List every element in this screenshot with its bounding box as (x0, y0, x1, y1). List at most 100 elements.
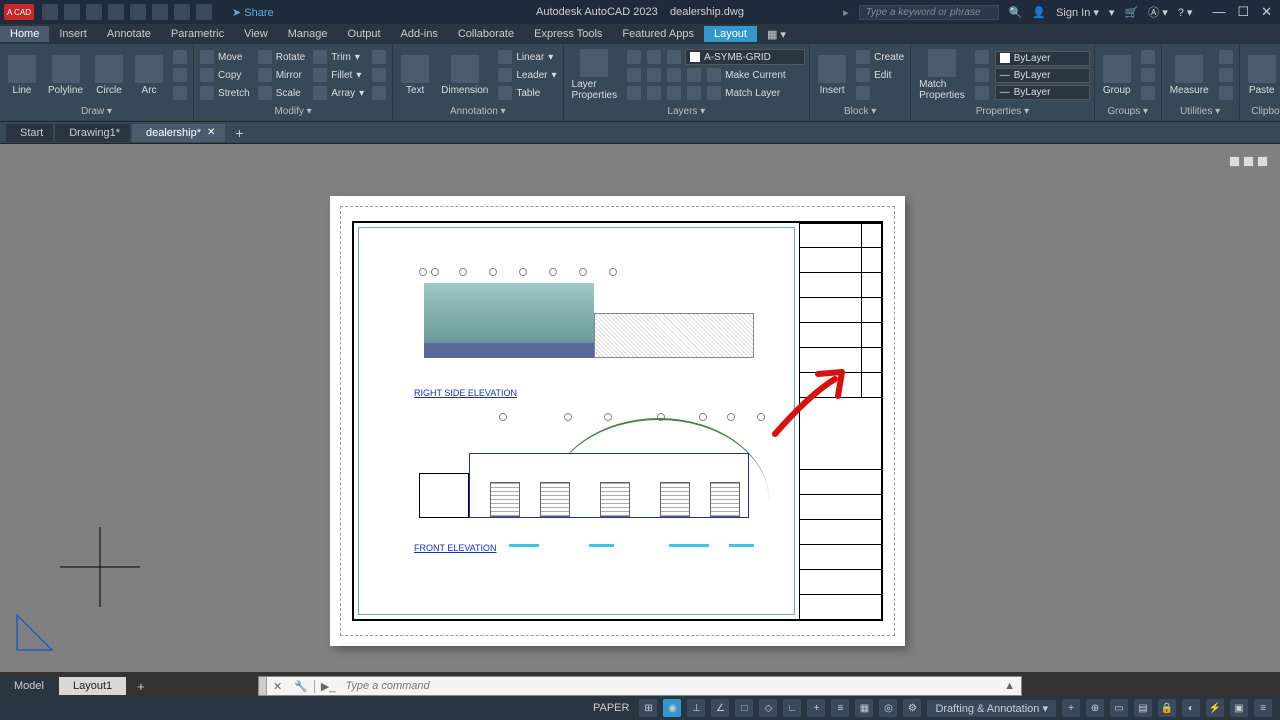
panel-title-layers[interactable]: Layers ▾ (568, 104, 806, 119)
qat-save-icon[interactable] (86, 4, 102, 20)
layer-state2-button[interactable] (645, 49, 663, 65)
panel-title-utilities[interactable]: Utilities ▾ (1166, 104, 1235, 119)
block-attr-button[interactable] (854, 85, 906, 101)
snap-toggle[interactable]: ◉ (663, 699, 681, 717)
group-m1-button[interactable] (1139, 49, 1157, 65)
annomonitor-toggle[interactable]: ⊕ (1086, 699, 1104, 717)
3dosnap-toggle[interactable]: ◇ (759, 699, 777, 717)
panel-title-groups[interactable]: Groups ▾ (1099, 104, 1157, 119)
lwt-toggle[interactable]: ≡ (831, 699, 849, 717)
cleanscreen-toggle[interactable]: ▣ (1230, 699, 1248, 717)
modify-m2-button[interactable] (370, 67, 388, 83)
hwaccel-toggle[interactable]: ⚡ (1206, 699, 1224, 717)
viewport-min-button[interactable] (1229, 156, 1240, 167)
match-properties-button[interactable]: Match Properties (915, 47, 969, 103)
cmdline-grip[interactable] (259, 677, 267, 695)
tab-annotate[interactable]: Annotate (97, 26, 161, 42)
draw-misc2-button[interactable] (171, 67, 189, 83)
search-arrow-icon[interactable]: ▸ (843, 6, 849, 19)
polyline-button[interactable]: Polyline (44, 53, 87, 98)
file-tab-drawing1[interactable]: Drawing1* (55, 124, 130, 142)
tab-featuredapps[interactable]: Featured Apps (612, 26, 704, 42)
arc-button[interactable]: Arc (131, 53, 167, 98)
layer-b2-button[interactable] (645, 85, 663, 101)
text-button[interactable]: Text (397, 53, 433, 98)
util-m3-button[interactable] (1217, 85, 1235, 101)
add-layout-button[interactable]: + (127, 679, 155, 694)
qat-plot-icon[interactable] (152, 4, 168, 20)
layer-t4-button[interactable] (685, 67, 703, 83)
drawing-canvas[interactable]: RIGHT SIDE ELEVATION (0, 144, 1280, 672)
close-tab-icon[interactable]: ✕ (207, 127, 215, 138)
sb-plus-button[interactable]: + (1062, 699, 1080, 717)
trim-button[interactable]: Trim ▾ (311, 49, 366, 65)
transparency-toggle[interactable]: ▦ (855, 699, 873, 717)
group-m2-button[interactable] (1139, 67, 1157, 83)
tab-layout[interactable]: Layout (704, 26, 757, 42)
help-icon[interactable]: ? ▾ (1178, 6, 1193, 19)
model-tab[interactable]: Model (0, 677, 58, 695)
share-link[interactable]: Share (232, 6, 274, 19)
qat-undo-icon[interactable] (174, 4, 190, 20)
prop-pal3-button[interactable] (973, 85, 991, 101)
linear-button[interactable]: Linear ▾ (496, 49, 558, 65)
lineweight-combo[interactable]: —ByLayer (995, 68, 1090, 83)
cart-icon[interactable]: 🛒 (1124, 6, 1138, 19)
draw-misc3-button[interactable] (171, 85, 189, 101)
ortho-toggle[interactable]: ⊥ (687, 699, 705, 717)
viewport-close-button[interactable] (1257, 156, 1268, 167)
app-icon[interactable]: A CAD (4, 4, 34, 20)
tab-output[interactable]: Output (338, 26, 391, 42)
customize-status-button[interactable]: ≡ (1254, 699, 1272, 717)
polar-toggle[interactable]: ∠ (711, 699, 729, 717)
qat-redo-icon[interactable] (196, 4, 212, 20)
help-search-input[interactable]: Type a keyword or phrase (859, 5, 999, 20)
lockui-toggle[interactable]: 🔒 (1158, 699, 1176, 717)
panel-title-block[interactable]: Block ▾ (814, 104, 906, 119)
layer-t1-button[interactable] (625, 67, 643, 83)
move-button[interactable]: Move (198, 49, 252, 65)
layer-b1-button[interactable] (625, 85, 643, 101)
add-file-tab-button[interactable]: + (227, 125, 251, 141)
sign-in-link[interactable]: Sign In ▾ (1056, 6, 1099, 19)
viewport-max-button[interactable] (1243, 156, 1254, 167)
tab-view[interactable]: View (234, 26, 278, 42)
tab-addins[interactable]: Add-ins (391, 26, 448, 42)
tab-home[interactable]: Home (0, 26, 49, 42)
fillet-button[interactable]: Fillet ▾ (311, 67, 366, 83)
panel-title-modify[interactable]: Modify ▾ (198, 104, 388, 119)
prop-pal-button[interactable] (973, 49, 991, 65)
workspace-combo[interactable]: Drafting & Annotation ▾ (927, 700, 1056, 717)
layer-t2-button[interactable] (645, 67, 663, 83)
command-line[interactable]: ✕ 🔧 ▶_ ▲ (258, 676, 1022, 696)
a360-icon[interactable]: Ⓐ ▾ (1148, 4, 1168, 20)
copy-button[interactable]: Copy (198, 67, 252, 83)
cmdline-customize-icon[interactable]: 🔧 (288, 680, 314, 693)
layout1-tab[interactable]: Layout1 (59, 677, 126, 695)
mirror-button[interactable]: Mirror (256, 67, 307, 83)
close-button[interactable]: ✕ (1261, 4, 1272, 20)
otrack-toggle[interactable]: ∟ (783, 699, 801, 717)
qat-open-icon[interactable] (64, 4, 80, 20)
qat-saveas-icon[interactable] (108, 4, 124, 20)
make-current-button[interactable]: Make Current (705, 67, 788, 83)
tab-extra-icon[interactable]: ▦ ▾ (757, 26, 796, 43)
tab-insert[interactable]: Insert (49, 26, 97, 42)
layer-properties-button[interactable]: Layer Properties (568, 47, 622, 103)
autodesk-app-icon[interactable]: ▾ (1109, 6, 1115, 19)
leader-button[interactable]: Leader ▾ (496, 67, 558, 83)
osnap-toggle[interactable]: □ (735, 699, 753, 717)
util-m2-button[interactable] (1217, 67, 1235, 83)
qat-new-icon[interactable] (42, 4, 58, 20)
block-create-button[interactable]: Create (854, 49, 906, 65)
table-button[interactable]: Table (496, 85, 558, 101)
paste-button[interactable]: Paste (1244, 53, 1280, 98)
color-combo[interactable]: ByLayer (995, 51, 1090, 66)
block-insert-button[interactable]: Insert (814, 53, 850, 98)
cycling-toggle[interactable]: ◎ (879, 699, 897, 717)
current-layer-combo[interactable]: A-SYMB-GRID (685, 49, 805, 65)
measure-button[interactable]: Measure (1166, 53, 1213, 98)
cmdline-close-icon[interactable]: ✕ (267, 680, 288, 693)
annoscale-toggle[interactable]: ⚙ (903, 699, 921, 717)
line-button[interactable]: Line (4, 53, 40, 98)
